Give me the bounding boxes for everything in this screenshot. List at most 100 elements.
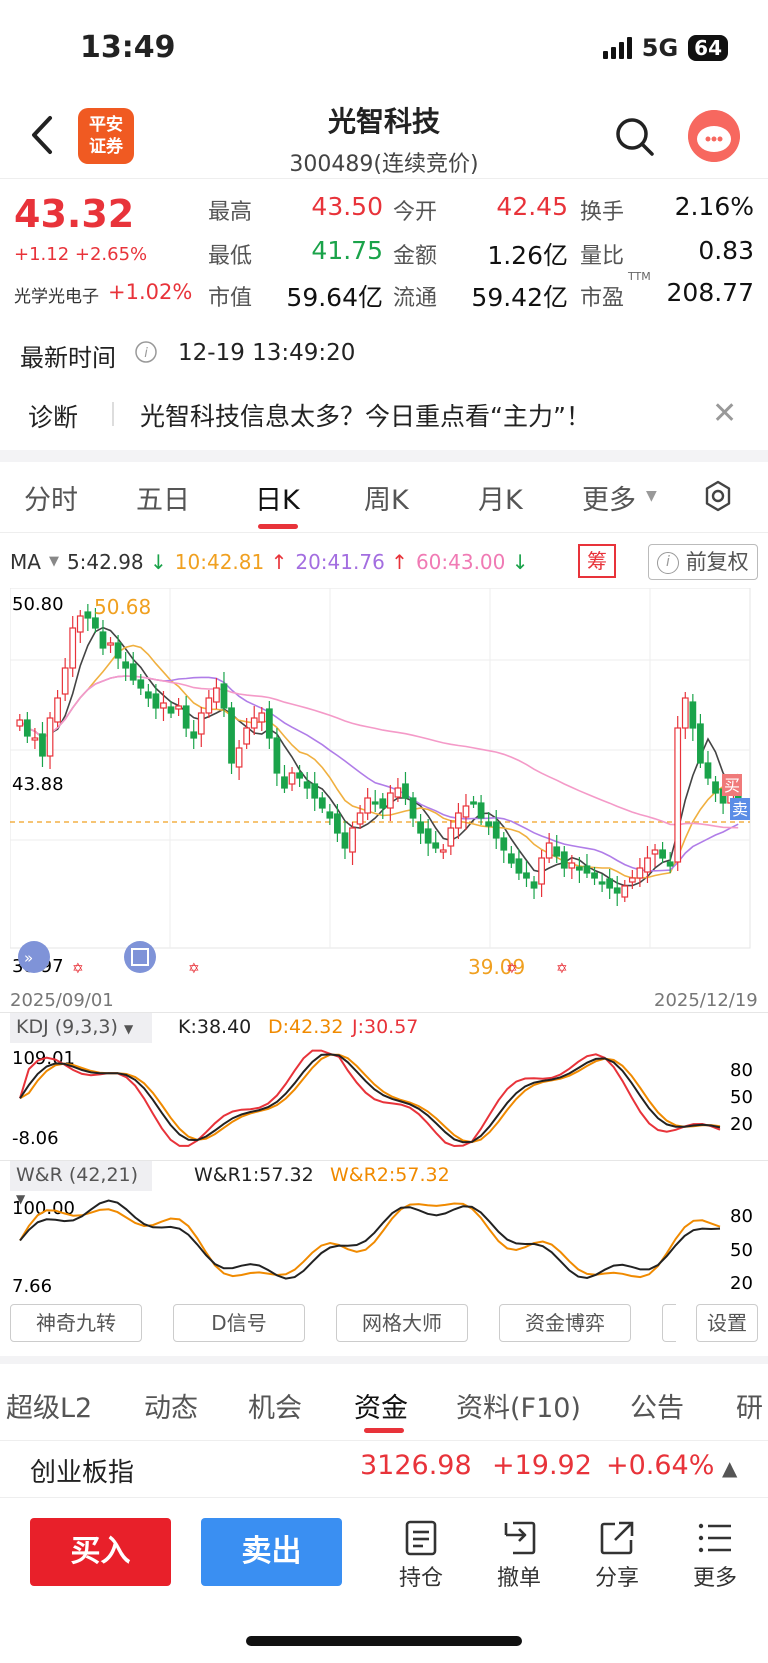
ma-trend-arrow: ↑ xyxy=(391,550,408,574)
buy-tag[interactable]: 买 xyxy=(724,776,740,795)
status-right: 5G 64 xyxy=(602,34,728,62)
cancel-order-button[interactable]: 撤单 xyxy=(484,1516,554,1592)
candle-body xyxy=(507,853,515,864)
kdj-j: J:30.57 xyxy=(352,1016,419,1038)
assistant-avatar-icon[interactable] xyxy=(688,110,740,162)
sector-name[interactable]: 光学光电子 xyxy=(14,282,99,307)
chip-distribution-button[interactable]: 筹 xyxy=(578,544,616,578)
share-button[interactable]: 分享 xyxy=(582,1516,652,1592)
adjust-mode-button[interactable]: i 前复权 xyxy=(648,544,758,580)
bottom-tab[interactable]: 机会 xyxy=(248,1386,302,1425)
candle-body xyxy=(281,776,288,789)
quote-field-label: 流通 xyxy=(393,286,438,311)
candle-body xyxy=(613,887,621,894)
positions-button[interactable]: 持仓 xyxy=(386,1516,456,1592)
tool-button-d-signal[interactable]: D信号 xyxy=(173,1304,305,1342)
candle-body xyxy=(273,737,281,774)
info-icon[interactable]: i xyxy=(134,340,158,364)
quote-field-label: 市值 xyxy=(208,286,253,311)
index-value: 3126.98 xyxy=(360,1450,472,1481)
candle-body xyxy=(439,849,447,853)
candle-body xyxy=(296,772,303,779)
candle-body xyxy=(258,712,266,723)
candle-body xyxy=(356,812,364,825)
kdj-selector[interactable]: KDJ (9,3,3) ▼ xyxy=(10,1013,152,1043)
tool-button-nine-turn[interactable]: 神奇九转 xyxy=(10,1304,142,1342)
bottom-tab[interactable]: 研 xyxy=(736,1386,763,1425)
candle-body xyxy=(137,679,145,689)
chart-tab[interactable]: 更多 xyxy=(582,478,636,517)
candle-body xyxy=(114,642,122,659)
candle-body xyxy=(54,697,61,723)
ma-trend-arrow: ↓ xyxy=(150,550,167,574)
candle-body xyxy=(523,872,530,879)
bottom-tab[interactable]: 动态 xyxy=(144,1386,198,1425)
ma-trend-arrow: ↓ xyxy=(511,550,529,574)
chart-tab[interactable]: 分时 xyxy=(24,478,78,517)
bottom-tab[interactable]: 资金 xyxy=(354,1386,408,1425)
sell-button[interactable]: 卖出 xyxy=(201,1518,342,1586)
latest-time-value: 12-19 13:49:20 xyxy=(178,340,356,366)
candle-body xyxy=(591,872,598,879)
kdj-k: K:38.40 xyxy=(178,1016,252,1038)
wr2-value: W&R2:57.32 xyxy=(330,1164,450,1186)
tool-button-fund-game[interactable]: 资金博弈 xyxy=(499,1304,631,1342)
candle-body xyxy=(538,857,545,885)
tool-button-grid-master[interactable]: 网格大师 xyxy=(336,1304,468,1342)
wr-level-50: 50 xyxy=(730,1240,753,1261)
ma-legend: MA ▼ 5:42.98 ↓ 10:42.81 ↑ 20:41.76 ↑ 60:43.… xyxy=(10,550,529,574)
candle-body xyxy=(84,611,92,619)
quote-field-label: 今开 xyxy=(393,200,438,225)
positions-icon xyxy=(405,1520,437,1556)
candle-body xyxy=(462,805,470,818)
quote-field-value: 208.77 xyxy=(666,278,754,307)
close-icon[interactable]: ✕ xyxy=(712,396,737,431)
svg-text:i: i xyxy=(144,346,148,361)
kdj-header: KDJ (9,3,3) xyxy=(16,1016,118,1038)
sell-tag[interactable]: 卖 xyxy=(732,800,748,819)
signal-icon xyxy=(602,37,632,59)
more-button[interactable]: 更多 xyxy=(680,1516,750,1592)
candle-body xyxy=(621,885,629,898)
ma-item: 5:42.98 ↓ xyxy=(67,550,167,574)
chart-tab[interactable]: 五日 xyxy=(136,478,190,517)
search-icon[interactable] xyxy=(612,114,656,158)
tool-settings-button[interactable]: 设置 xyxy=(696,1304,758,1342)
candlestick-chart[interactable]: 50.80 43.88 38.97 50.68 39.09 买 卖 » ✡ ✡ … xyxy=(10,588,758,988)
tool-button-partial[interactable] xyxy=(662,1304,676,1342)
candle-body xyxy=(447,827,455,847)
ma-label[interactable]: MA xyxy=(10,550,41,574)
more-menu-icon xyxy=(698,1523,731,1553)
chevron-down-icon[interactable]: ▼ xyxy=(49,550,59,574)
candle-body xyxy=(492,821,500,839)
candle-body xyxy=(576,866,583,871)
quote-field-label: 金额 xyxy=(393,244,438,269)
candle-body xyxy=(583,865,591,874)
candle-body xyxy=(371,801,379,805)
fullscreen-icon[interactable] xyxy=(124,941,156,973)
chart-tab[interactable]: 日K xyxy=(255,478,300,517)
chevron-down-icon: ▼ xyxy=(646,488,657,504)
expand-up-icon[interactable]: ▲ xyxy=(722,1456,737,1480)
candle-body xyxy=(205,697,213,714)
candle-body xyxy=(477,802,485,819)
kdj-y-bottom: -8.06 xyxy=(12,1128,59,1149)
bottom-tab[interactable]: 超级L2 xyxy=(6,1386,92,1425)
candle-body xyxy=(129,663,137,681)
bottom-tab[interactable]: 资料(F10) xyxy=(456,1386,581,1425)
candle-body xyxy=(39,733,46,757)
candle-body xyxy=(530,881,538,889)
diagnosis-text[interactable]: 光智科技信息太多？今日重点看“主力”！ xyxy=(140,397,591,433)
active-tab-indicator xyxy=(364,1428,404,1433)
chart-tab[interactable]: 月K xyxy=(478,478,523,517)
bottom-tab[interactable]: 公告 xyxy=(630,1386,684,1425)
candle-body xyxy=(122,661,130,669)
chart-tab[interactable]: 周K xyxy=(364,478,409,517)
settings-gear-icon[interactable] xyxy=(702,480,734,512)
expand-left-icon[interactable] xyxy=(18,941,50,973)
wr-selector[interactable]: W&R (42,21) ▼ xyxy=(10,1161,152,1206)
cancel-order-icon xyxy=(504,1521,536,1555)
buy-button[interactable]: 买入 xyxy=(30,1518,171,1586)
more-label: 更多 xyxy=(692,1566,737,1591)
candle-body xyxy=(341,832,349,849)
